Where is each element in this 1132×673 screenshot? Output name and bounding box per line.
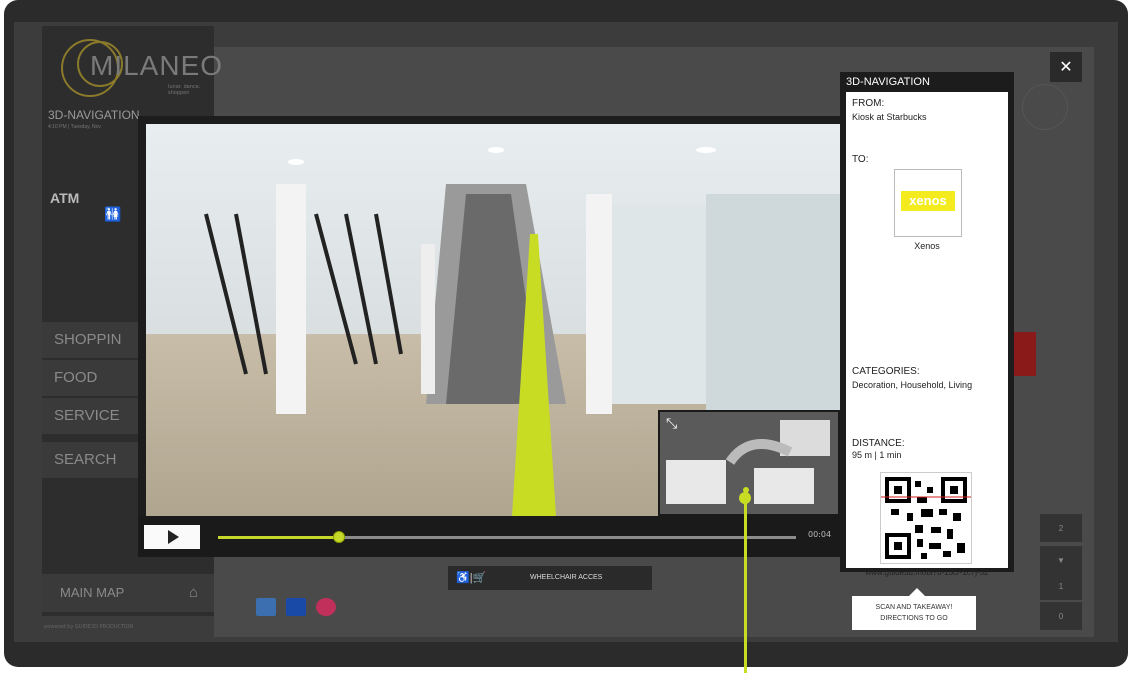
close-button[interactable]: ✕ <box>1050 52 1082 82</box>
play-button[interactable] <box>144 525 200 549</box>
wheelchair-label: WHEELCHAIR ACCES <box>530 574 603 581</box>
scan-line-2: DIRECTIONS TO GO <box>880 615 948 622</box>
floor-button-1[interactable]: 1 <box>1040 572 1082 600</box>
subway-icon <box>286 598 306 616</box>
expand-minimap-icon[interactable]: ⤡ <box>666 416 677 432</box>
scan-takeaway-box: SCAN AND TAKEAWAY! DIRECTIONS TO GO <box>852 596 976 630</box>
destination-logo-box[interactable]: xenos <box>894 169 962 237</box>
qr-code <box>880 472 972 564</box>
main-map-label: MAIN MAP <box>60 585 125 600</box>
wheelchair-access-bar[interactable]: ♿|🛒 WHEELCHAIR ACCES <box>448 566 652 590</box>
sidebar-datetime: 4:10 PM | Tuesday, Nov <box>48 124 101 130</box>
progress-track[interactable] <box>218 531 796 543</box>
navigation-info-panel: 3D-NAVIGATION FROM: Kiosk at Starbucks T… <box>840 72 1014 577</box>
menu-item-food[interactable]: FOOD <box>42 360 142 396</box>
menu-item-shopping[interactable]: SHOPPIN <box>42 322 142 358</box>
qr-code-image <box>881 477 971 559</box>
floor-button-0[interactable]: 0 <box>1040 602 1082 630</box>
distance-label: DISTANCE: <box>852 438 905 449</box>
main-map-button[interactable]: MAIN MAP ⌂ <box>42 574 214 612</box>
red-tag <box>1014 332 1036 376</box>
destination-name: Xenos <box>914 241 940 251</box>
menu-item-search[interactable]: SEARCH <box>42 442 142 478</box>
compass-icon <box>1022 84 1068 130</box>
home-icon: ⌂ <box>188 584 198 601</box>
wheelchair-stroller-icon: ♿|🛒 <box>456 572 487 584</box>
categories-value: Decoration, Household, Living <box>852 380 973 390</box>
progress-thumb[interactable] <box>333 531 346 543</box>
floor-button-2[interactable]: 2 <box>1040 514 1082 542</box>
logo: MILANEO lunar. dance. shoppen <box>48 30 222 110</box>
scan-line-1: SCAN AND TAKEAWAY! <box>875 604 953 611</box>
to-label: TO: <box>852 154 869 165</box>
parking-icon <box>256 598 276 616</box>
menu-item-service[interactable]: SERVICE <box>42 398 142 434</box>
play-icon <box>168 530 179 544</box>
xenos-logo: xenos <box>901 191 955 211</box>
restroom-icon[interactable]: 🚻 <box>104 206 121 223</box>
panel-header: 3D-NAVIGATION <box>846 76 930 88</box>
panel-body: FROM: Kiosk at Starbucks TO: xenos Xenos… <box>846 92 1008 577</box>
distance-value: 95 m | 1 min <box>852 450 902 460</box>
progress-fill <box>218 536 340 539</box>
bus-icon <box>316 598 336 616</box>
sidebar-title: 3D-NAVIGATION <box>48 108 140 122</box>
video-player: ⤡ 00:04 <box>138 116 850 557</box>
logo-text: MILANEO <box>90 50 224 81</box>
from-label: FROM: <box>852 98 885 109</box>
atm-label[interactable]: ATM <box>50 190 79 206</box>
categories-label: CATEGORIES: <box>852 366 920 377</box>
logo-tagline: lunar. dance. shoppen <box>168 84 201 96</box>
from-value: Kiosk at Starbucks <box>852 112 927 122</box>
powered-by-text: powered by GUIDE3D PRODUCTION <box>44 624 134 630</box>
location-pointer-line <box>744 498 747 673</box>
floor-down-button[interactable]: ▼ <box>1040 546 1082 574</box>
qr-url: www.guide3d.mobi?u-13cr-1c7j-32 <box>865 568 989 577</box>
video-time: 00:04 <box>808 530 832 539</box>
